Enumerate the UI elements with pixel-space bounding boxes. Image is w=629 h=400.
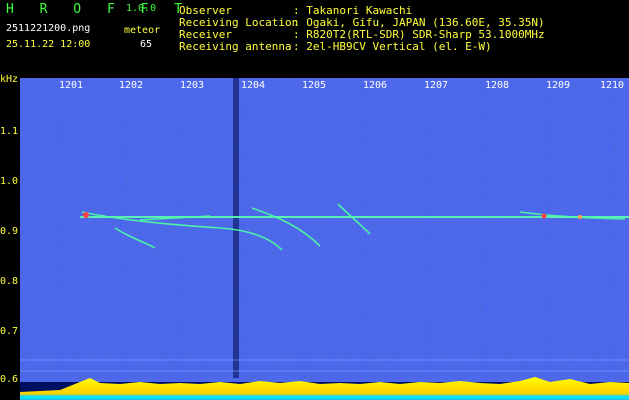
y-tick-label: 1.0 — [0, 176, 19, 187]
date-time: 25.11.22 12:00 — [6, 39, 91, 50]
time-tick-label: 1201 — [59, 80, 84, 91]
app-version: 1.0.0 — [126, 3, 157, 14]
time-tick-label: 1205 — [302, 80, 327, 91]
y-tick-label: 0.6 — [0, 374, 19, 385]
spectrogram — [20, 78, 629, 400]
time-tick-label: 1207 — [424, 80, 449, 91]
info-label-receiver: Receiver — [179, 28, 232, 41]
axis-unit-label: kHz — [0, 74, 19, 85]
y-tick-label: 0.9 — [0, 226, 19, 237]
info-value-observer: : Takanori Kawachi — [293, 4, 413, 17]
meteor-label: meteor — [124, 25, 161, 36]
time-tick-label: 1203 — [180, 80, 205, 91]
y-tick-label: 1.1 — [0, 126, 19, 137]
time-tick-label: 1206 — [363, 80, 388, 91]
time-tick-label: 1202 — [119, 80, 144, 91]
info-value-receiver: : R820T2(RTL-SDR) SDR-Sharp 53.1000MHz — [293, 28, 545, 41]
time-tick-label: 1210 — [600, 80, 625, 91]
info-value-location: : Ogaki, Gifu, JAPAN (136.60E, 35.35N) — [293, 16, 545, 29]
time-tick-label: 1209 — [546, 80, 571, 91]
frequency-axis: kHz 1.1 1.0 0.9 0.8 0.7 0.6 — [0, 74, 20, 400]
spectrogram-noise — [20, 78, 629, 400]
info-label-observer: Observer — [179, 4, 232, 17]
file-name: 2511221200.png — [6, 23, 91, 34]
y-tick-label: 0.7 — [0, 326, 19, 337]
y-tick-label: 0.8 — [0, 276, 19, 287]
meteor-count: 65 — [140, 39, 153, 50]
app-title: H R O F F T — [6, 2, 192, 17]
info-value-antenna: : 2el-HB9CV Vertical (el. E-W) — [293, 40, 492, 53]
signal-gap — [233, 78, 239, 378]
info-label-antenna: Receiving antenna — [179, 40, 292, 53]
info-label-location: Receiving Location — [179, 16, 299, 29]
time-tick-label: 1204 — [241, 80, 266, 91]
time-tick-label: 1208 — [485, 80, 510, 91]
